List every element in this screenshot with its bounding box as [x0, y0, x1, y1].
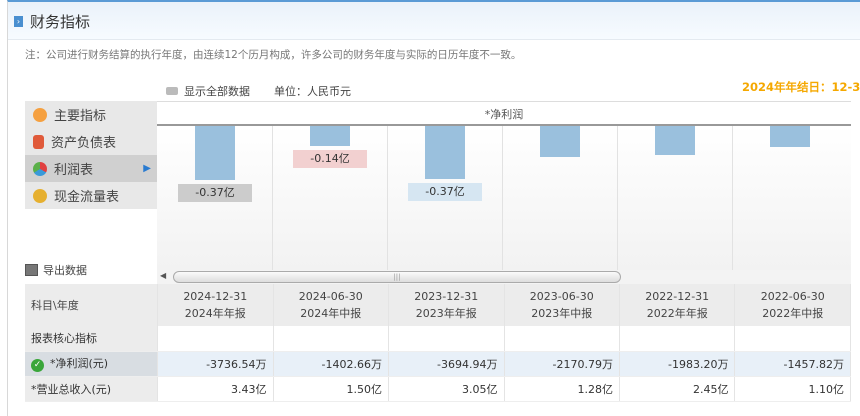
- check-icon: ✓: [31, 359, 44, 372]
- table-cell: -1983.20万: [619, 351, 736, 377]
- column-header: 2022-06-30 2022年中报: [734, 284, 851, 326]
- sidebar-item-main-indicators[interactable]: 主要指标: [25, 101, 157, 128]
- table-cell: -2170.79万: [504, 351, 620, 377]
- export-data-button[interactable]: 导出数据: [25, 262, 87, 278]
- export-icon: [25, 264, 38, 276]
- net-profit-chart: *净利润 -0.37亿 -0.14亿 -0.37亿: [157, 101, 851, 271]
- sidebar-item-label: 现金流量表: [54, 190, 120, 205]
- table-cell: -3694.94万: [388, 351, 505, 377]
- sidebar-item-balance-sheet[interactable]: 资产负债表: [25, 128, 157, 155]
- table-cell: -1457.82万: [734, 351, 851, 377]
- grid-line: [272, 126, 273, 271]
- chart-bar[interactable]: [770, 126, 810, 148]
- financial-table: 科目\年度 2024-12-31 2024年年报 2024-06-30 2024年中报 2…: [25, 284, 851, 402]
- chart-bar[interactable]: [425, 126, 465, 180]
- chart-title: *净利润: [484, 108, 524, 121]
- row-label-text: *净利润(元): [50, 357, 109, 370]
- document-icon: [33, 134, 44, 149]
- column-date: 2022-06-30: [760, 290, 825, 303]
- column-date: 2024-12-31: [183, 290, 248, 303]
- table-cell: 1.50亿: [273, 376, 390, 402]
- table-row[interactable]: *营业总收入(元) 3.43亿 1.50亿 3.05亿 1.28亿 2.45亿 1.10亿: [25, 376, 851, 402]
- table-cell: 1.28亿: [504, 376, 620, 402]
- grid-line: [617, 126, 618, 271]
- horizontal-scrollbar[interactable]: ◀ |||: [157, 270, 851, 284]
- comment-icon: [166, 87, 178, 95]
- column-period: 2023年中报: [531, 307, 593, 320]
- table-cell: -3736.54万: [157, 351, 274, 377]
- row-label: ✓ *净利润(元): [25, 351, 159, 377]
- chart-plot: -0.37亿 -0.14亿 -0.37亿: [157, 124, 851, 271]
- column-period: 2022年年报: [646, 307, 708, 320]
- column-date: 2022-12-31: [645, 290, 710, 303]
- table-cell: -1402.66万: [273, 351, 390, 377]
- sidebar-item-cash-flow[interactable]: 现金流量表: [25, 182, 157, 209]
- column-header: 2024-12-31 2024年年报: [157, 284, 274, 326]
- section-label: 报表核心指标: [25, 326, 159, 352]
- table-row[interactable]: ✓ *净利润(元) -3736.54万 -1402.66万 -3694.94万 -2170…: [25, 351, 851, 377]
- column-period: 2023年年报: [415, 307, 477, 320]
- corner-header: 科目\年度: [25, 284, 159, 326]
- show-all-label: 显示全部数据: [184, 85, 250, 98]
- bar-data-label: -0.14亿: [293, 150, 367, 169]
- note-text: 注：公司进行财务结算的执行年度，由连续12个历月构成，许多公司的财务年度与实际的…: [25, 49, 522, 61]
- scrollbar-thumb[interactable]: |||: [173, 271, 621, 283]
- table-cell: 3.05亿: [388, 376, 505, 402]
- sidebar-menu: 主要指标 资产负债表 利润表 ▶ 现金流量表: [25, 101, 157, 209]
- pie-chart-icon: [33, 161, 47, 176]
- scroll-left-icon[interactable]: ◀: [160, 271, 166, 280]
- table-cell: [388, 326, 505, 352]
- column-header: 2024-06-30 2024年中报: [273, 284, 390, 326]
- column-period: 2024年中报: [300, 307, 362, 320]
- arrow-right-icon: ›: [14, 16, 23, 27]
- bar-data-label: -0.37亿: [178, 184, 252, 202]
- table-cell: [504, 326, 620, 352]
- column-date: 2024-06-30: [298, 290, 363, 303]
- sidebar-item-income-statement[interactable]: 利润表 ▶: [25, 155, 157, 182]
- triangle-right-icon: ▶: [143, 163, 151, 174]
- table-cell: [157, 326, 274, 352]
- chart-bar[interactable]: [195, 126, 235, 180]
- unit-label: 单位：人民币元: [274, 85, 351, 98]
- table-header-row: 科目\年度 2024-12-31 2024年年报 2024-06-30 2024年中报 2…: [25, 284, 851, 326]
- grid-line: [732, 126, 733, 271]
- table-cell: 3.43亿: [157, 376, 274, 402]
- table-cell: 1.10亿: [734, 376, 851, 402]
- year-end-label: 2024年年结日：12-31: [742, 80, 860, 94]
- show-all-button[interactable]: 显示全部数据: [166, 83, 250, 99]
- chart-bar[interactable]: [310, 126, 350, 147]
- column-header: 2022-12-31 2022年年报: [619, 284, 736, 326]
- chart-bar[interactable]: [540, 126, 580, 158]
- page-title: 财务指标: [30, 13, 91, 31]
- column-period: 2024年年报: [184, 307, 246, 320]
- coins-icon: [33, 188, 47, 203]
- grid-line: [502, 126, 503, 271]
- column-date: 2023-12-31: [414, 290, 479, 303]
- grid-line: [387, 126, 388, 271]
- column-header: 2023-06-30 2023年中报: [504, 284, 620, 326]
- sidebar-item-label: 主要指标: [54, 109, 107, 124]
- sidebar-item-label: 利润表: [54, 163, 94, 178]
- sidebar-item-label: 资产负债表: [51, 136, 117, 151]
- table-section-row: 报表核心指标: [25, 326, 851, 352]
- row-label: *营业总收入(元): [25, 376, 159, 402]
- gear-icon: [33, 107, 47, 122]
- column-period: 2022年中报: [762, 307, 824, 320]
- export-label: 导出数据: [43, 264, 87, 277]
- table-cell: [273, 326, 390, 352]
- column-date: 2023-06-30: [529, 290, 594, 303]
- bar-data-label: -0.37亿: [408, 183, 482, 202]
- table-cell: 2.45亿: [619, 376, 736, 402]
- table-cell: [734, 326, 851, 352]
- chart-bar[interactable]: [655, 126, 695, 155]
- table-cell: [619, 326, 736, 352]
- panel-header: › 财务指标: [8, 2, 860, 40]
- column-header: 2023-12-31 2023年年报: [388, 284, 505, 326]
